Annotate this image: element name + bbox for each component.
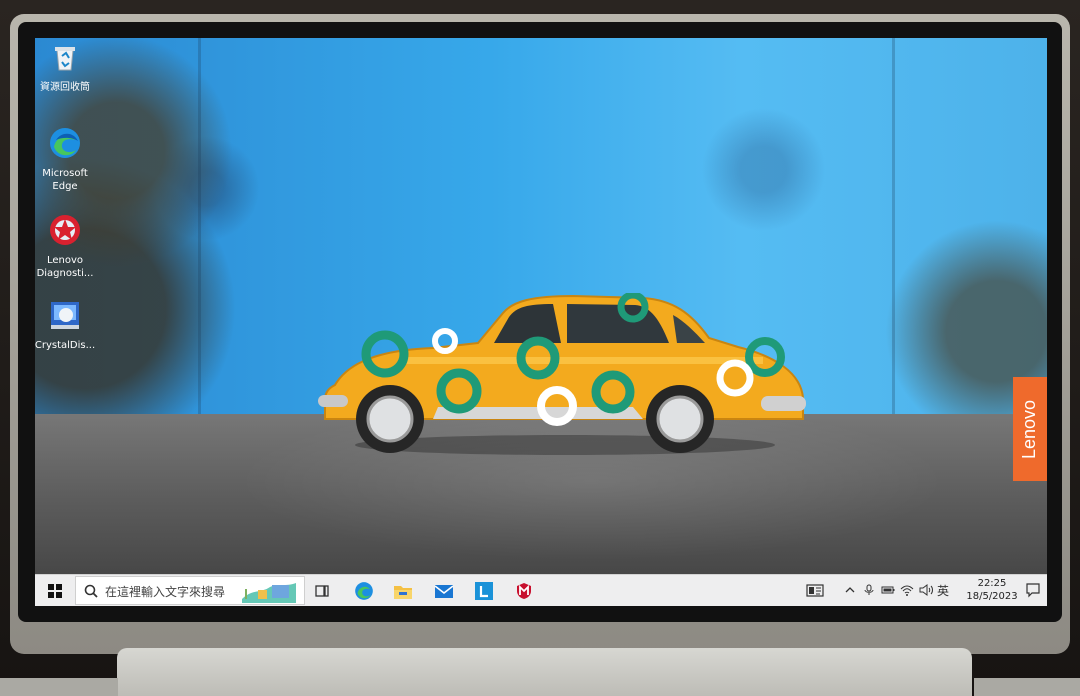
recycle-bin-icon: [55, 47, 75, 71]
taskbar-clock[interactable]: 22:25 18/5/2023: [961, 577, 1023, 603]
lenovo-app-icon: [475, 582, 493, 600]
desktop-screen: Lenovo 資源回收筒 Microsoft Edge Lenovo Diagn…: [35, 38, 1047, 606]
news-widget-icon: [806, 583, 824, 597]
clock-time: 22:25: [977, 578, 1007, 589]
crystaldisk-icon: [51, 302, 79, 329]
edge-icon: [50, 128, 80, 158]
desktop-icon-label: Microsoft Edge: [42, 168, 88, 192]
taskbar-task-view[interactable]: [311, 580, 333, 602]
tray-input-method[interactable]: 英: [936, 583, 950, 598]
mail-icon: [434, 585, 454, 598]
windows-start-icon: [48, 583, 62, 598]
notification-icon: [1026, 583, 1040, 598]
desktop-icon-lenovo-diagnostics[interactable]: Lenovo Diagnosti...: [35, 213, 98, 280]
desktop-icon-label: CrystalDis...: [35, 340, 96, 351]
desktop-icon-microsoft-edge[interactable]: Microsoft Edge: [35, 126, 98, 193]
battery-icon: [881, 586, 895, 594]
tray-show-hidden-icons[interactable]: [843, 583, 857, 597]
lenovo-brand-label: Lenovo: [1019, 399, 1040, 459]
tray-volume[interactable]: [919, 583, 933, 597]
notification-center-button[interactable]: [1025, 582, 1041, 598]
task-view-icon: [315, 585, 329, 597]
taskbar-lenovo-app[interactable]: [473, 580, 495, 602]
desktop-icon-recycle-bin[interactable]: 資源回收筒: [35, 40, 98, 94]
device-icon: [864, 584, 874, 595]
taskbar: 英 22:25 18/5/2023: [35, 574, 1047, 606]
taskbar-edge[interactable]: [353, 580, 375, 602]
chevron-up-icon: [845, 587, 855, 593]
lenovo-brand-tag: Lenovo: [1013, 377, 1047, 481]
search-icon: [84, 584, 98, 598]
desktop-icon-label: Lenovo Diagnosti...: [36, 255, 94, 279]
volume-icon: [919, 584, 933, 596]
taskbar-mcafee[interactable]: [513, 580, 535, 602]
edge-icon: [355, 582, 373, 600]
file-explorer-icon: [394, 586, 412, 599]
taskbar-news-widget[interactable]: [806, 583, 824, 597]
laptop-right-edge: [974, 678, 1080, 696]
search-highlight-image-icon: [238, 579, 300, 603]
wifi-icon: [900, 585, 914, 596]
mcafee-icon: [517, 583, 531, 599]
tray-wifi[interactable]: [900, 583, 914, 597]
tray-battery[interactable]: [881, 583, 895, 597]
clock-date: 18/5/2023: [966, 591, 1018, 602]
tray-device-icon[interactable]: [862, 583, 876, 597]
taskbar-mail[interactable]: [433, 580, 455, 602]
desktop-icon-crystaldisk[interactable]: CrystalDis...: [35, 298, 98, 352]
start-button[interactable]: [35, 575, 75, 606]
wallpaper-car: [318, 293, 806, 455]
laptop-base: [117, 648, 972, 696]
laptop-left-edge: [0, 678, 118, 696]
lenovo-diagnostics-icon: [50, 215, 80, 245]
desktop-icon-label: 資源回收筒: [40, 82, 90, 93]
taskbar-search-input[interactable]: [103, 581, 233, 603]
taskbar-file-explorer[interactable]: [392, 580, 414, 602]
taskbar-search-box[interactable]: [75, 576, 305, 605]
